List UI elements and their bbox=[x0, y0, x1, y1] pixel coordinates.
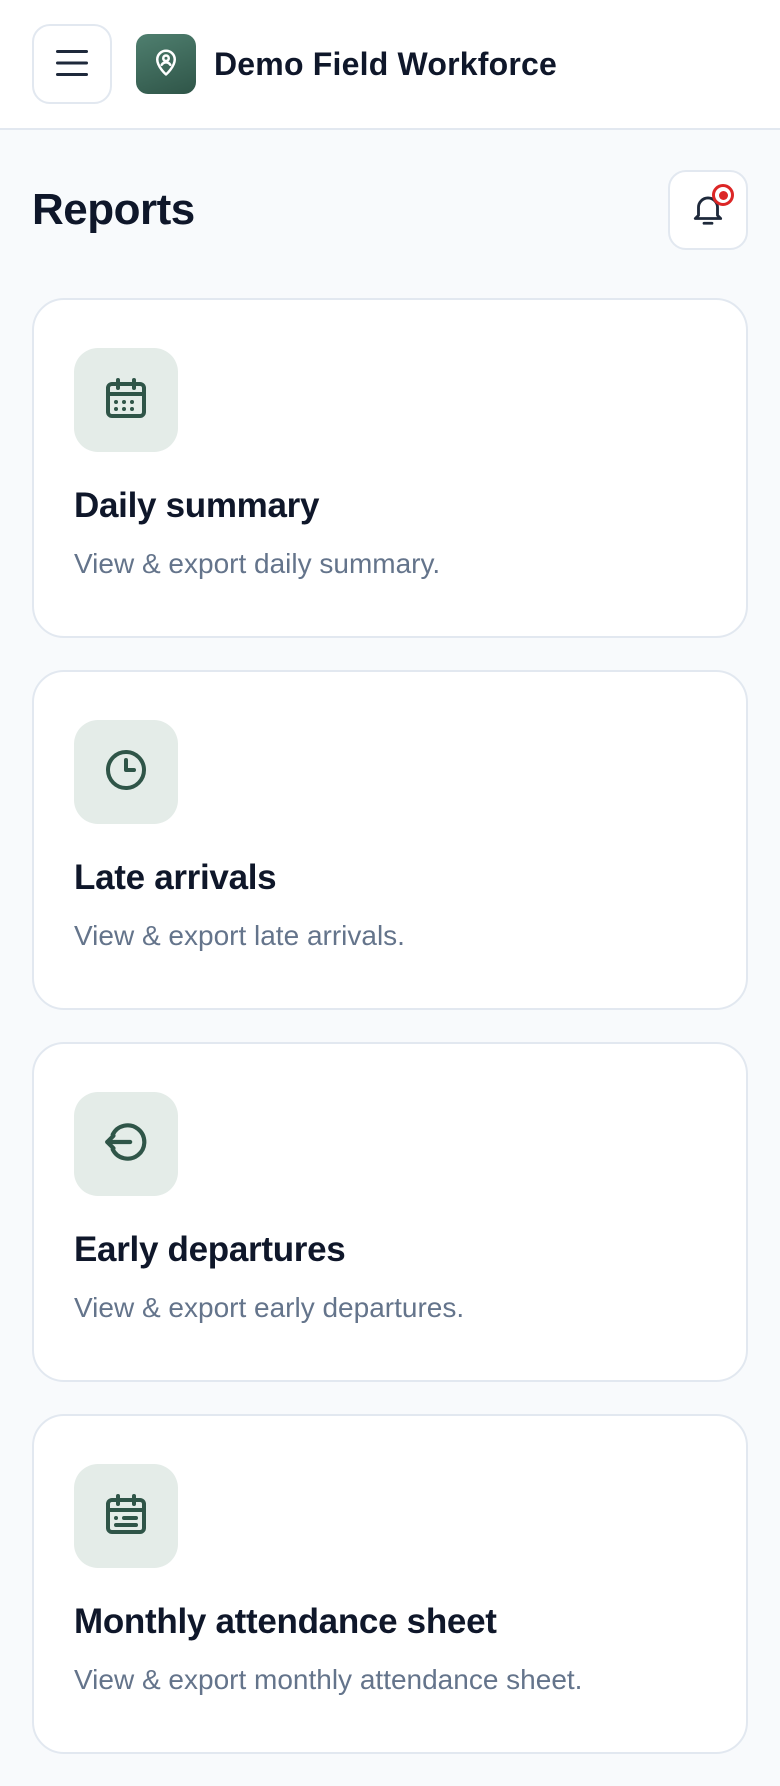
page-title: Reports bbox=[32, 185, 195, 234]
report-title: Daily summary bbox=[74, 486, 320, 525]
notification-badge bbox=[712, 184, 734, 206]
report-description: View & export late arrivals. bbox=[74, 920, 405, 951]
clock-icon bbox=[102, 746, 150, 799]
report-title: Late arrivals bbox=[74, 858, 277, 897]
report-card-late-arrivals[interactable]: Late arrivals View & export late arrival… bbox=[32, 670, 748, 1010]
notifications-button[interactable] bbox=[668, 170, 748, 250]
app-title: Demo Field Workforce bbox=[214, 45, 558, 82]
app-top-bar: Demo Field Workforce bbox=[0, 0, 780, 130]
report-icon-tile bbox=[74, 348, 178, 452]
hamburger-menu-icon bbox=[55, 48, 89, 81]
reports-list: Daily summary View & export daily summar… bbox=[32, 298, 748, 1786]
report-card-monthly-attendance[interactable]: Monthly attendance sheet View & export m… bbox=[32, 1414, 748, 1754]
report-card-daily-summary[interactable]: Daily summary View & export daily summar… bbox=[32, 298, 748, 638]
report-icon-tile bbox=[74, 720, 178, 824]
report-icon-tile bbox=[74, 1464, 178, 1568]
menu-button[interactable] bbox=[32, 24, 112, 104]
report-card-early-departures[interactable]: Early departures View & export early dep… bbox=[32, 1042, 748, 1382]
report-icon-tile bbox=[74, 1092, 178, 1196]
report-description: View & export monthly attendance sheet. bbox=[74, 1664, 583, 1695]
app-logo bbox=[136, 34, 196, 94]
map-pin-user-icon bbox=[151, 47, 181, 82]
report-description: View & export daily summary. bbox=[74, 548, 441, 579]
report-title: Early departures bbox=[74, 1230, 346, 1269]
exit-arrow-icon bbox=[101, 1117, 151, 1172]
calendar-icon bbox=[102, 374, 150, 427]
report-title: Monthly attendance sheet bbox=[74, 1602, 497, 1641]
calendar-sheet-icon bbox=[102, 1490, 150, 1543]
page-header: Reports bbox=[32, 170, 748, 250]
report-description: View & export early departures. bbox=[74, 1292, 465, 1323]
